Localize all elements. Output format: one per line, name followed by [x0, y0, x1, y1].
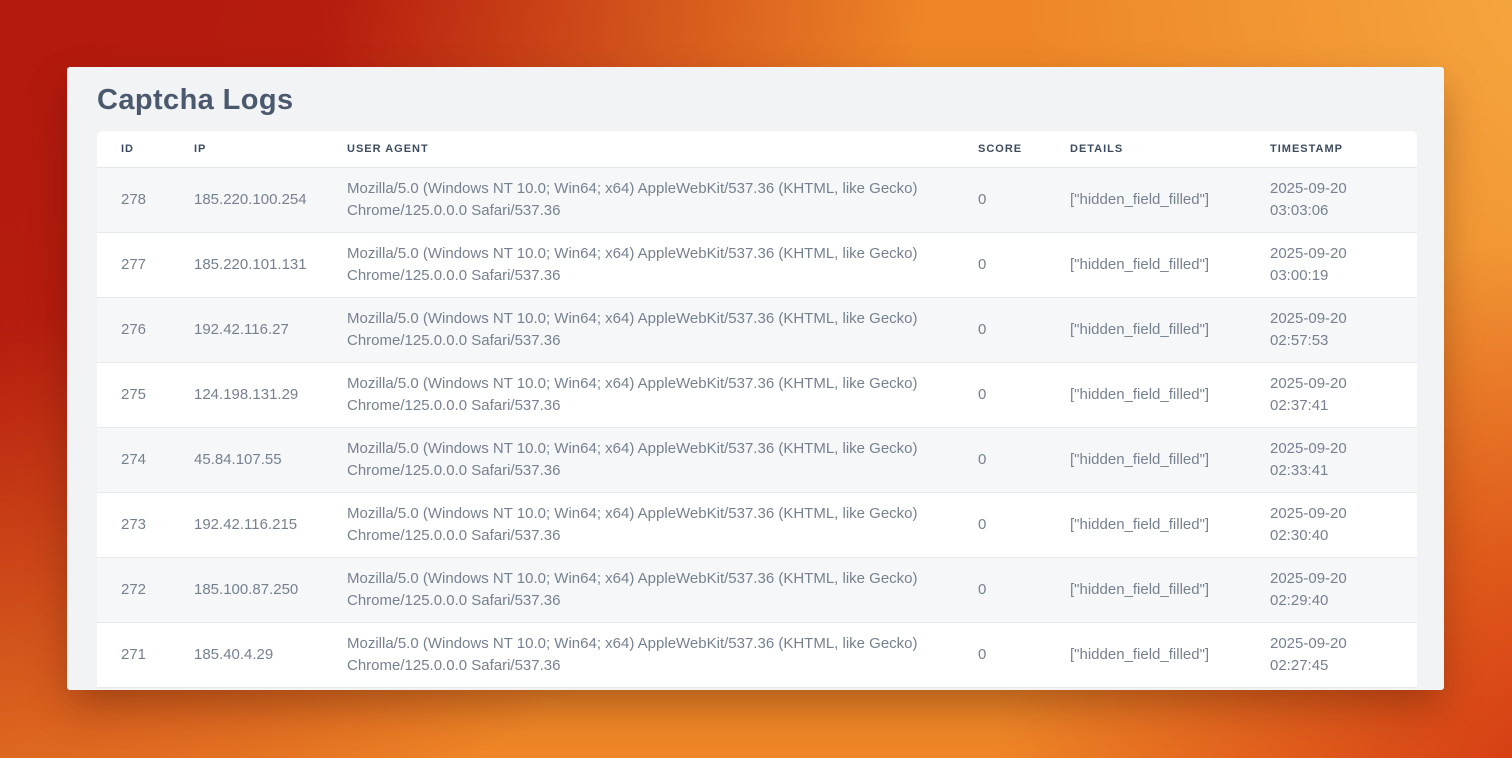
cell-id: 272: [97, 557, 194, 622]
captcha-logs-table-container[interactable]: ID IP USER AGENT SCORE DETAILS TIMESTAMP…: [97, 131, 1417, 688]
cell-user-agent: Mozilla/5.0 (Windows NT 10.0; Win64; x64…: [347, 492, 978, 557]
cell-details: ["hidden_field_filled"]: [1070, 557, 1270, 622]
table-row: 275 124.198.131.29 Mozilla/5.0 (Windows …: [97, 362, 1417, 427]
column-header-ip: IP: [194, 131, 347, 167]
captcha-logs-card: Captcha Logs ID IP USER AGENT SCORE DETA…: [67, 67, 1444, 690]
cell-details: ["hidden_field_filled"]: [1070, 297, 1270, 362]
cell-details: ["hidden_field_filled"]: [1070, 232, 1270, 297]
cell-user-agent: Mozilla/5.0 (Windows NT 10.0; Win64; x64…: [347, 297, 978, 362]
cell-id: 274: [97, 427, 194, 492]
captcha-logs-table: ID IP USER AGENT SCORE DETAILS TIMESTAMP…: [97, 131, 1417, 688]
cell-user-agent: Mozilla/5.0 (Windows NT 10.0; Win64; x64…: [347, 622, 978, 687]
cell-details: ["hidden_field_filled"]: [1070, 362, 1270, 427]
table-row: 278 185.220.100.254 Mozilla/5.0 (Windows…: [97, 167, 1417, 232]
cell-id: 273: [97, 492, 194, 557]
cell-ip: 185.40.4.29: [194, 622, 347, 687]
cell-user-agent: Mozilla/5.0 (Windows NT 10.0; Win64; x64…: [347, 427, 978, 492]
cell-score: 0: [978, 362, 1070, 427]
page-title: Captcha Logs: [97, 67, 1417, 131]
cell-timestamp: 2025-09-20 02:37:41: [1270, 362, 1417, 427]
table-row: 277 185.220.101.131 Mozilla/5.0 (Windows…: [97, 232, 1417, 297]
cell-score: 0: [978, 297, 1070, 362]
page-background: { "page": { "title": "Captcha Logs" }, "…: [0, 0, 1512, 758]
cell-id: 277: [97, 232, 194, 297]
cell-timestamp: 2025-09-20 03:03:06: [1270, 167, 1417, 232]
column-header-score: SCORE: [978, 131, 1070, 167]
cell-score: 0: [978, 167, 1070, 232]
cell-user-agent: Mozilla/5.0 (Windows NT 10.0; Win64; x64…: [347, 362, 978, 427]
cell-ip: 45.84.107.55: [194, 427, 347, 492]
table-row: 276 192.42.116.27 Mozilla/5.0 (Windows N…: [97, 297, 1417, 362]
cell-score: 0: [978, 622, 1070, 687]
cell-ip: 192.42.116.215: [194, 492, 347, 557]
table-row: 271 185.40.4.29 Mozilla/5.0 (Windows NT …: [97, 622, 1417, 687]
cell-details: ["hidden_field_filled"]: [1070, 492, 1270, 557]
cell-timestamp: 2025-09-20 02:30:40: [1270, 492, 1417, 557]
cell-user-agent: Mozilla/5.0 (Windows NT 10.0; Win64; x64…: [347, 232, 978, 297]
cell-user-agent: Mozilla/5.0 (Windows NT 10.0; Win64; x64…: [347, 167, 978, 232]
table-row: 272 185.100.87.250 Mozilla/5.0 (Windows …: [97, 557, 1417, 622]
cell-id: 275: [97, 362, 194, 427]
cell-score: 0: [978, 492, 1070, 557]
cell-ip: 192.42.116.27: [194, 297, 347, 362]
cell-id: 271: [97, 622, 194, 687]
cell-ip: 185.100.87.250: [194, 557, 347, 622]
cell-ip: 185.220.101.131: [194, 232, 347, 297]
column-header-id: ID: [97, 131, 194, 167]
cell-id: 278: [97, 167, 194, 232]
cell-user-agent: Mozilla/5.0 (Windows NT 10.0; Win64; x64…: [347, 557, 978, 622]
cell-ip: 124.198.131.29: [194, 362, 347, 427]
column-header-timestamp: TIMESTAMP: [1270, 131, 1417, 167]
cell-ip: 185.220.100.254: [194, 167, 347, 232]
cell-score: 0: [978, 427, 1070, 492]
cell-score: 0: [978, 557, 1070, 622]
table-row: 274 45.84.107.55 Mozilla/5.0 (Windows NT…: [97, 427, 1417, 492]
cell-timestamp: 2025-09-20 02:27:45: [1270, 622, 1417, 687]
cell-details: ["hidden_field_filled"]: [1070, 167, 1270, 232]
cell-timestamp: 2025-09-20 02:29:40: [1270, 557, 1417, 622]
table-row: 273 192.42.116.215 Mozilla/5.0 (Windows …: [97, 492, 1417, 557]
cell-details: ["hidden_field_filled"]: [1070, 622, 1270, 687]
table-header-row: ID IP USER AGENT SCORE DETAILS TIMESTAMP: [97, 131, 1417, 167]
cell-id: 276: [97, 297, 194, 362]
cell-timestamp: 2025-09-20 02:57:53: [1270, 297, 1417, 362]
column-header-user-agent: USER AGENT: [347, 131, 978, 167]
cell-timestamp: 2025-09-20 02:33:41: [1270, 427, 1417, 492]
cell-timestamp: 2025-09-20 03:00:19: [1270, 232, 1417, 297]
cell-score: 0: [978, 232, 1070, 297]
column-header-details: DETAILS: [1070, 131, 1270, 167]
cell-details: ["hidden_field_filled"]: [1070, 427, 1270, 492]
